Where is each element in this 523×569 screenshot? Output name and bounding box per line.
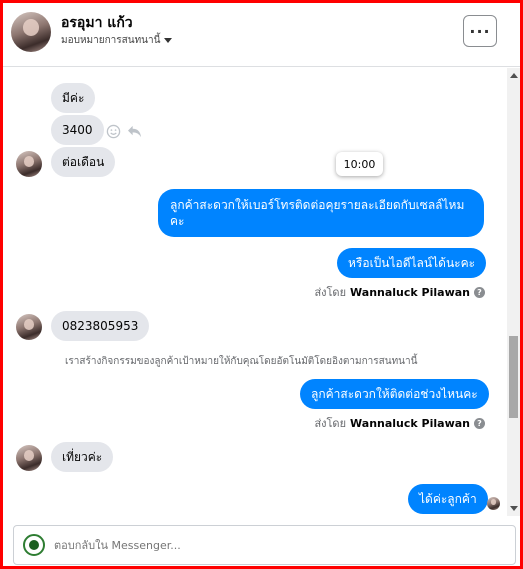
- auto-activity-notice: เราสร้างกิจกรรมของลูกค้าเป้าหมายให้กับคุ…: [65, 356, 418, 367]
- sender-name: Wannaluck Pilawan: [350, 285, 470, 299]
- contact-avatar-small: [16, 314, 42, 340]
- reply-arrow-icon[interactable]: [127, 125, 142, 138]
- assign-conversation-label: มอบหมายการสนทนานี้: [61, 35, 161, 46]
- incoming-message[interactable]: มีค่ะ: [51, 83, 96, 113]
- scroll-down-arrow-icon[interactable]: [510, 506, 518, 511]
- reply-composer: [13, 525, 516, 565]
- read-receipt-avatar: [487, 497, 500, 510]
- sent-by-prefix: ส่งโดย: [314, 286, 347, 299]
- assign-conversation-dropdown[interactable]: มอบหมายการสนทนานี้: [61, 33, 173, 48]
- message-actions: [106, 124, 142, 139]
- outgoing-message[interactable]: หรือเป็นไอดีไลน์ได้นะคะ: [337, 248, 487, 278]
- help-icon[interactable]: ?: [474, 417, 485, 429]
- outgoing-message[interactable]: ลูกค้าสะดวกให้ติดต่อช่วงไหนคะ: [300, 379, 489, 409]
- incoming-message[interactable]: เที่ยวค่ะ: [51, 442, 114, 472]
- reply-input[interactable]: [54, 539, 494, 552]
- sent-by-prefix: ส่งโดย: [314, 417, 347, 430]
- incoming-message[interactable]: ต่อเดือน: [51, 147, 116, 177]
- contact-avatar[interactable]: [11, 12, 51, 52]
- more-options-button[interactable]: ···: [463, 15, 497, 47]
- emoji-react-icon[interactable]: [106, 124, 121, 139]
- contact-name[interactable]: อรอุมา แก้ว: [61, 12, 133, 34]
- scroll-up-arrow-icon[interactable]: [510, 73, 518, 78]
- sent-by-label: ส่งโดย Wannaluck Pilawan ?: [314, 414, 485, 432]
- scroll-thumb[interactable]: [509, 336, 518, 418]
- help-icon[interactable]: ?: [474, 286, 485, 298]
- contact-avatar-small: [16, 151, 42, 177]
- message-time-tooltip: 10:00: [336, 152, 383, 176]
- outgoing-message[interactable]: ได้ค่ะลูกค้า: [408, 484, 488, 514]
- sent-by-label: ส่งโดย Wannaluck Pilawan ?: [314, 283, 485, 301]
- message-line: คะ: [170, 214, 185, 228]
- contact-avatar-small: [16, 445, 42, 471]
- message-line: ลูกค้าสะดวกให้เบอร์โทรติดต่อคุยรายละเอีย…: [170, 198, 465, 212]
- sender-name: Wannaluck Pilawan: [350, 416, 470, 430]
- page-logo-icon: [23, 534, 45, 556]
- incoming-message[interactable]: 0823805953: [51, 311, 150, 341]
- outgoing-message[interactable]: ลูกค้าสะดวกให้เบอร์โทรติดต่อคุยรายละเอีย…: [158, 189, 484, 237]
- message-thread: มีค่ะ 3400 ต่อเดือน ลูกค้าสะดวกให้เบอร์โ…: [3, 68, 507, 516]
- incoming-message[interactable]: 3400: [51, 115, 104, 145]
- conversation-header: อรอุมา แก้ว มอบหมายการสนทนานี้ ···: [3, 3, 520, 67]
- thread-scrollbar[interactable]: [507, 68, 520, 516]
- messenger-window: อรอุมา แก้ว มอบหมายการสนทนานี้ ··· มีค่ะ…: [0, 0, 523, 569]
- caret-down-icon: [164, 38, 173, 43]
